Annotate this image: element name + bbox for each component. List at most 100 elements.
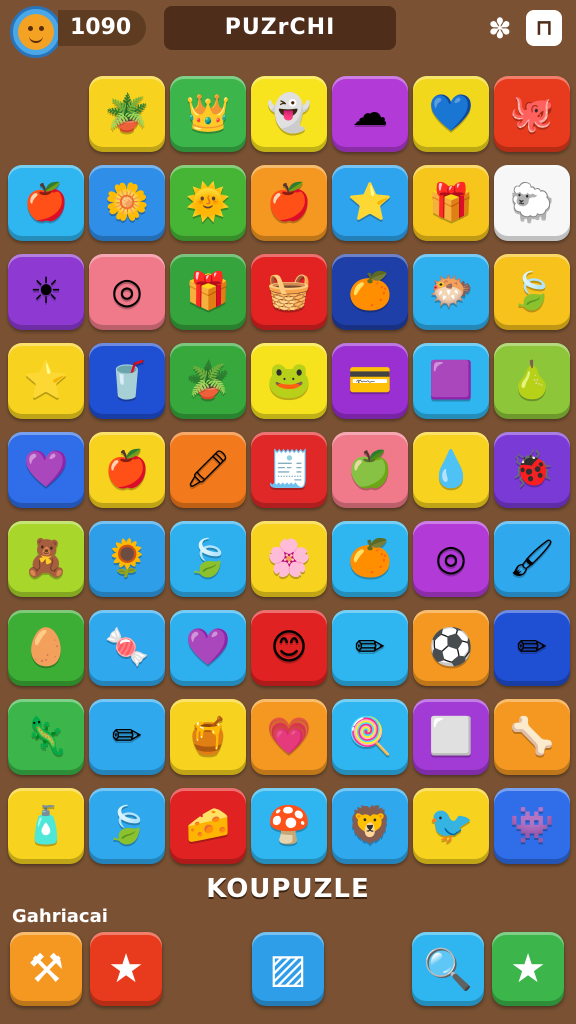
tile-green-ring[interactable]: ◎ xyxy=(89,254,165,330)
tile-sun[interactable]: 🌞 xyxy=(170,165,246,241)
tile-white-star[interactable]: ⭐ xyxy=(332,165,408,241)
ice-cream-cup-icon: 🥤 xyxy=(104,360,150,401)
tile-red-apple[interactable]: 🍎 xyxy=(8,165,84,241)
tile-lion-flower[interactable]: 🌻 xyxy=(89,521,165,597)
tile-blue-jar[interactable]: 🧺 xyxy=(251,254,327,330)
green-apple-icon: 🍏 xyxy=(347,449,393,490)
orange-bottle-icon: 🧴 xyxy=(23,805,69,846)
tile-green-lizard[interactable]: 🦎 xyxy=(8,699,84,775)
tile-red-popsicle[interactable]: 🍭 xyxy=(332,699,408,775)
tile-blue-pencil[interactable]: ✏ xyxy=(89,699,165,775)
tile-red-bird[interactable]: 🐦 xyxy=(413,788,489,864)
tile-yellow-bug[interactable]: 🐞 xyxy=(494,432,570,508)
tile-rainbow-leaf[interactable]: 🍃 xyxy=(89,788,165,864)
tile-yellow-pencil[interactable]: ✏ xyxy=(494,610,570,686)
purple-candy-icon: 🍬 xyxy=(104,627,150,668)
tile-board: 🪴 👑 👻 ☁ 💙 🐙 🍎 🌼 🌞 🍎 ⭐ 🎁 🐑 ☀ ◎ 🎁 🧺 🍊 🐡 🍃 ⭐ 🥤 🪴 🐸 💳 🟪 🍐 💜 🍎 🖍 🧾 🍏 💧 🐞 🧸 🌻 🍃 🌸 🍊 ◎… xyxy=(8,76,570,868)
tile-striped-egg[interactable]: 🥚 xyxy=(8,610,84,686)
orange-monster-icon: 🐙 xyxy=(509,93,555,134)
blue-jar-icon: 🧺 xyxy=(266,271,312,312)
tile-orange-pear[interactable]: 🍐 xyxy=(494,343,570,419)
tile-orange-ball[interactable]: 🍊 xyxy=(332,521,408,597)
tile-purple-heart[interactable]: 💜 xyxy=(170,610,246,686)
tile-potted-plant[interactable]: 🪴 xyxy=(89,76,165,152)
favorite-button[interactable]: ★ xyxy=(492,932,564,1006)
green-ring-icon: ◎ xyxy=(111,271,143,312)
tile-pink-heart[interactable]: 💗 xyxy=(251,699,327,775)
red-popsicle-icon: 🍭 xyxy=(347,716,393,757)
tile-purple-monster[interactable]: 👾 xyxy=(494,788,570,864)
tile-blue-ghost[interactable]: 👻 xyxy=(251,76,327,152)
tile-purple-pot[interactable]: 🍯 xyxy=(170,699,246,775)
tile-blue-heart[interactable]: 💙 xyxy=(413,76,489,152)
tile-purple-candy[interactable]: 🍬 xyxy=(89,610,165,686)
hammer-button[interactable]: ⚒ xyxy=(10,932,82,1006)
tile-lion-face[interactable]: 🦁 xyxy=(332,788,408,864)
potted-plant-icon: 🪴 xyxy=(185,360,231,401)
shuffle-button[interactable]: ▨ xyxy=(252,932,324,1006)
search-button[interactable]: 🔍 xyxy=(412,932,484,1006)
purple-heart-icon: 💜 xyxy=(23,449,69,490)
blue-ghost-icon: 👻 xyxy=(266,93,312,134)
lion-face-icon: 🦁 xyxy=(347,805,393,846)
tile-orange-monster[interactable]: 🐙 xyxy=(494,76,570,152)
tile-ice-cream-cup[interactable]: 🥤 xyxy=(89,343,165,419)
tile-white-tray[interactable]: 🧾 xyxy=(251,432,327,508)
cheese-slice-icon: 🧀 xyxy=(185,805,231,846)
tile-blue-fish[interactable]: 🐡 xyxy=(413,254,489,330)
red-apple-icon: 🍎 xyxy=(104,449,150,490)
tile-orange-pencil[interactable]: ✏ xyxy=(332,610,408,686)
purple-heart-icon: 💜 xyxy=(185,627,231,668)
tile-green-leaf[interactable]: 🍃 xyxy=(170,521,246,597)
tile-orange-bottle[interactable]: 🧴 xyxy=(8,788,84,864)
tile-card[interactable]: 💳 xyxy=(332,343,408,419)
tile-crown[interactable]: 👑 xyxy=(170,76,246,152)
tile-sun-star[interactable]: ☀ xyxy=(8,254,84,330)
star-icon: ★ xyxy=(108,946,144,992)
blue-blob-icon: ☁ xyxy=(352,93,388,134)
tile-striped-ball[interactable]: ⚽ xyxy=(413,610,489,686)
tile-purple-heart[interactable]: 💜 xyxy=(8,432,84,508)
card-icon: 💳 xyxy=(347,360,393,401)
tile-yellow-flower[interactable]: 🌼 xyxy=(89,165,165,241)
tile-bear[interactable]: 🧸 xyxy=(8,521,84,597)
player-avatar[interactable] xyxy=(10,6,62,58)
tile-yellow-star[interactable]: ⭐ xyxy=(8,343,84,419)
exit-door-icon[interactable]: ⊓ xyxy=(526,10,562,46)
tile-white-brush[interactable]: 🖌 xyxy=(494,521,570,597)
tile-green-apple[interactable]: 🍏 xyxy=(332,432,408,508)
tile-purple-frame[interactable]: ⬜ xyxy=(413,699,489,775)
hammer-icon: ⚒ xyxy=(28,946,64,992)
tile-purple-square[interactable]: 🟪 xyxy=(413,343,489,419)
sun-icon: 🌞 xyxy=(185,182,231,223)
blue-heart-icon: 💙 xyxy=(428,93,474,134)
orange-fruit-icon: 🍊 xyxy=(347,271,393,312)
red-apple-icon: 🍎 xyxy=(23,182,69,223)
tile-green-leaf[interactable]: 🍃 xyxy=(494,254,570,330)
tile-rainbow-flower[interactable]: 🌸 xyxy=(251,521,327,597)
lion-flower-icon: 🌻 xyxy=(104,538,150,579)
tile-red-apple[interactable]: 🍎 xyxy=(89,432,165,508)
tile-red-apple[interactable]: 🍎 xyxy=(251,165,327,241)
puzzle-piece-icon[interactable]: ✽ xyxy=(482,10,518,46)
tile-gift-box[interactable]: 🎁 xyxy=(413,165,489,241)
tile-orange-fruit[interactable]: 🍊 xyxy=(332,254,408,330)
tile-white-sheep[interactable]: 🐑 xyxy=(494,165,570,241)
purple-frame-icon: ⬜ xyxy=(428,716,474,757)
yellow-pencil-icon: ✏ xyxy=(516,627,548,668)
tile-potted-plant[interactable]: 🪴 xyxy=(170,343,246,419)
tile-red-crayon[interactable]: 🖍 xyxy=(170,432,246,508)
star-button[interactable]: ★ xyxy=(90,932,162,1006)
tile-green-face[interactable]: 🐸 xyxy=(251,343,327,419)
rainbow-flower-icon: 🌸 xyxy=(266,538,312,579)
tile-red-box[interactable]: 🎁 xyxy=(170,254,246,330)
tile-blue-blob[interactable]: ☁ xyxy=(332,76,408,152)
tile-striped-drop[interactable]: 💧 xyxy=(413,432,489,508)
tile-green-bone[interactable]: 🦴 xyxy=(494,699,570,775)
tile-green-ring[interactable]: ◎ xyxy=(413,521,489,597)
tile-yellow-face[interactable]: 😊 xyxy=(251,610,327,686)
orange-pear-icon: 🍐 xyxy=(509,360,555,401)
tile-cheese-slice[interactable]: 🧀 xyxy=(170,788,246,864)
crown-icon: 👑 xyxy=(185,93,231,134)
tile-mushroom[interactable]: 🍄 xyxy=(251,788,327,864)
